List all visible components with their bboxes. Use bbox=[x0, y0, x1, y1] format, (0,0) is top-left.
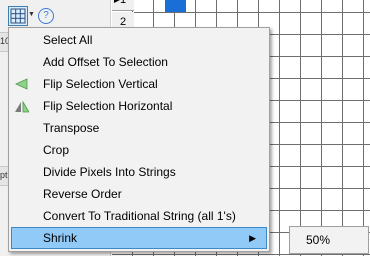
menu-item-shrink[interactable]: Shrink ▶ bbox=[11, 227, 267, 249]
menu-item-label: Crop bbox=[43, 143, 70, 157]
shrink-submenu: 50% bbox=[289, 226, 369, 254]
menu-item-convert-traditional[interactable]: Convert To Traditional String (all 1's) bbox=[11, 205, 267, 227]
row-pointer-icon: ▶ bbox=[114, 0, 120, 10]
grid-tool-button[interactable] bbox=[8, 6, 28, 26]
submenu-item-50-percent[interactable]: 50% bbox=[306, 227, 368, 253]
row-header: ▶ 1 bbox=[112, 0, 134, 11]
submenu-item-label: 50% bbox=[306, 233, 331, 247]
flip-vertical-icon bbox=[15, 78, 28, 90]
menu-item-label: Add Offset To Selection bbox=[43, 55, 168, 69]
menu-item-flip-vertical[interactable]: Flip Selection Vertical bbox=[11, 73, 267, 95]
menu-item-label: Flip Selection Horizontal bbox=[43, 99, 173, 113]
row-label: 1 bbox=[119, 0, 127, 6]
menu-item-flip-horizontal[interactable]: Flip Selection Horizontal bbox=[11, 95, 267, 117]
menu-item-divide-pixels[interactable]: Divide Pixels Into Strings bbox=[11, 161, 267, 183]
menu-item-label: Transpose bbox=[43, 121, 100, 135]
menu-item-label: Divide Pixels Into Strings bbox=[43, 165, 176, 179]
menu-item-add-offset[interactable]: Add Offset To Selection bbox=[11, 51, 267, 73]
context-menu: Select All Add Offset To Selection Flip … bbox=[8, 27, 270, 252]
submenu-arrow-icon: ▶ bbox=[249, 233, 256, 243]
menu-item-select-all[interactable]: Select All bbox=[11, 29, 267, 51]
dropdown-arrow-icon[interactable]: ▼ bbox=[28, 11, 35, 18]
help-icon[interactable]: ? bbox=[38, 8, 54, 24]
menu-item-transpose[interactable]: Transpose bbox=[11, 117, 267, 139]
menu-item-label: Flip Selection Vertical bbox=[43, 77, 158, 91]
menu-item-reverse-order[interactable]: Reverse Order bbox=[11, 183, 267, 205]
menu-item-crop[interactable]: Crop bbox=[11, 139, 267, 161]
menu-item-label: Select All bbox=[43, 33, 93, 47]
menu-item-label: Convert To Traditional String (all 1's) bbox=[43, 209, 236, 223]
flip-horizontal-icon bbox=[15, 100, 29, 113]
left-strip-item: pt bbox=[0, 166, 8, 186]
menu-item-label: Reverse Order bbox=[43, 187, 122, 201]
menu-item-label: Shrink bbox=[43, 231, 78, 245]
selected-cell[interactable] bbox=[165, 0, 186, 12]
grid-icon bbox=[10, 8, 26, 24]
left-strip-item: 10 bbox=[0, 32, 8, 52]
